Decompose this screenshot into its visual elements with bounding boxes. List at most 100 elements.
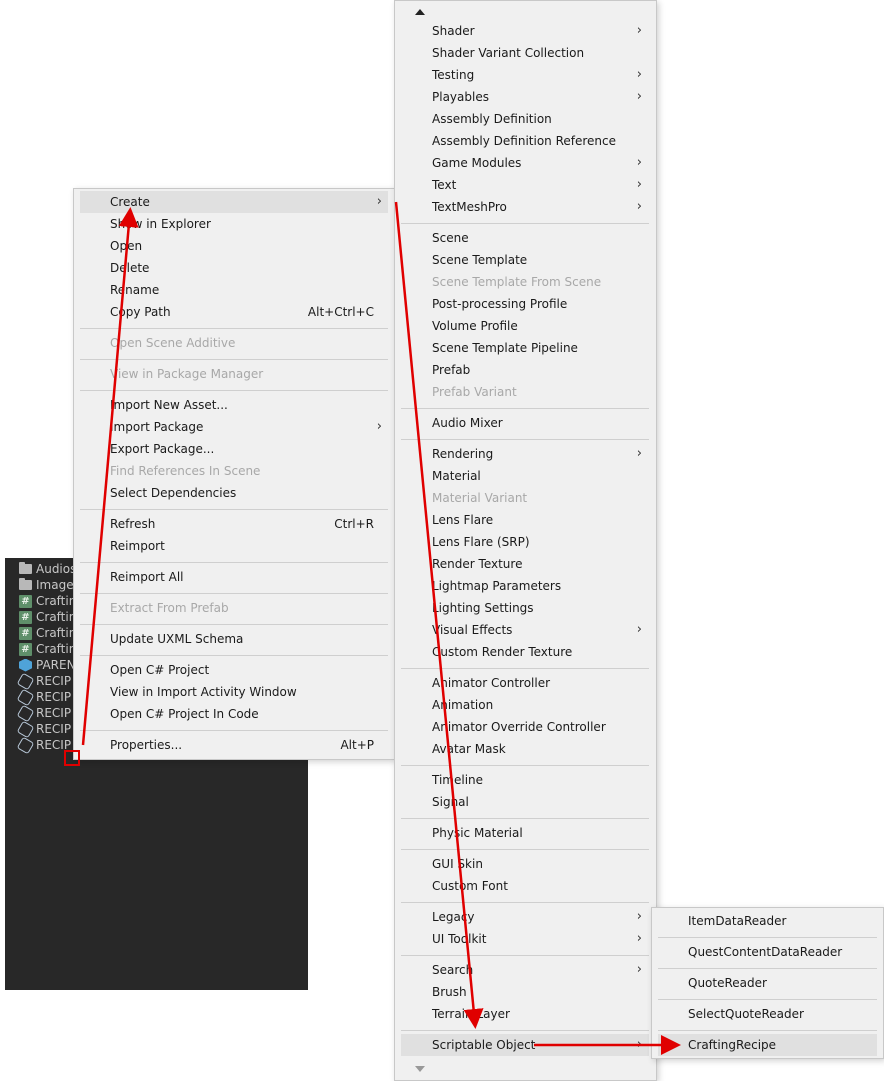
menu-item-text[interactable]: Text › (432, 174, 644, 196)
scroll-up-icon[interactable] (415, 9, 425, 15)
menu-item-testing[interactable]: Testing › (432, 64, 644, 86)
menu-item-timeline[interactable]: Timeline (432, 769, 644, 791)
menu-item-show-in-explorer[interactable]: Show in Explorer (110, 213, 388, 235)
project-list-item[interactable]: # Craftin (19, 609, 76, 625)
project-list-item[interactable]: PAREN (19, 657, 76, 673)
menu-item-open-scene-additive[interactable]: Open Scene Additive (110, 332, 388, 354)
project-list-item[interactable]: # Craftin (19, 625, 76, 641)
menu-item-lens-flare[interactable]: Lens Flare (432, 509, 644, 531)
menu-item-ui-toolkit[interactable]: UI Toolkit › (432, 928, 644, 950)
scroll-down-icon[interactable] (415, 1066, 425, 1072)
script-icon: # (19, 642, 32, 656)
project-list-item[interactable]: RECIP (16, 688, 72, 706)
folder-icon (19, 562, 32, 574)
menu-item-update-uxml-schema[interactable]: Update UXML Schema (110, 628, 388, 650)
menu-item-scene-template-from-scene[interactable]: Scene Template From Scene (432, 271, 644, 293)
menu-item-copy-path[interactable]: Copy Path Alt+Ctrl+C (110, 301, 374, 323)
menu-item-shader-variant-collection[interactable]: Shader Variant Collection (432, 42, 644, 64)
menu-separator (658, 937, 877, 938)
menu-item-find-references[interactable]: Find References In Scene (110, 460, 388, 482)
menu-item-export-package[interactable]: Export Package... (110, 438, 388, 460)
project-list-item[interactable]: # Craftin (19, 641, 76, 657)
menu-item-material-variant[interactable]: Material Variant (432, 487, 644, 509)
menu-item-scene-template-pipeline[interactable]: Scene Template Pipeline (432, 337, 644, 359)
menu-item-create[interactable]: Create › (110, 191, 388, 213)
project-list-item[interactable]: Images (19, 577, 80, 593)
menu-item-post-processing-profile[interactable]: Post-processing Profile (432, 293, 644, 315)
menu-item-view-import-activity[interactable]: View in Import Activity Window (110, 681, 388, 703)
project-list-item[interactable]: RECIP (16, 704, 71, 722)
menu-item-import-package[interactable]: Import Package › (110, 416, 388, 438)
menu-item-crafting-recipe[interactable]: CraftingRecipe (688, 1034, 873, 1056)
chevron-right-icon: › (636, 177, 642, 192)
menu-item-open-csharp-in-code[interactable]: Open C# Project In Code (110, 703, 388, 725)
menu-item-scene-template[interactable]: Scene Template (432, 249, 644, 271)
menu-item-lighting-settings[interactable]: Lighting Settings (432, 597, 644, 619)
menu-item-rename[interactable]: Rename (110, 279, 388, 301)
menu-item-animation[interactable]: Animation (432, 694, 644, 716)
menu-item-visual-effects[interactable]: Visual Effects › (432, 619, 644, 641)
menu-item-brush[interactable]: Brush (432, 981, 644, 1003)
menu-item-prefab[interactable]: Prefab (432, 359, 644, 381)
menu-separator (401, 818, 649, 819)
menu-item-search[interactable]: Search › (432, 959, 644, 981)
menu-item-select-quote-reader[interactable]: SelectQuoteReader (688, 1003, 873, 1025)
menu-item-lightmap-parameters[interactable]: Lightmap Parameters (432, 575, 644, 597)
menu-item-gui-skin[interactable]: GUI Skin (432, 853, 644, 875)
menu-item-audio-mixer[interactable]: Audio Mixer (432, 412, 644, 434)
menu-item-animator-controller[interactable]: Animator Controller (432, 672, 644, 694)
menu-item-quote-reader[interactable]: QuoteReader (688, 972, 873, 994)
menu-item-open[interactable]: Open (110, 235, 388, 257)
menu-item-custom-font[interactable]: Custom Font (432, 875, 644, 897)
menu-item-scriptable-object[interactable]: Scriptable Object › (432, 1034, 644, 1056)
menu-item-lens-flare-srp[interactable]: Lens Flare (SRP) (432, 531, 644, 553)
folder-icon (19, 578, 32, 590)
menu-item-extract-from-prefab[interactable]: Extract From Prefab (110, 597, 388, 619)
project-item-label: RECIP (36, 690, 72, 704)
menu-item-shader[interactable]: Shader › (432, 20, 644, 42)
menu-item-material[interactable]: Material (432, 465, 644, 487)
menu-item-item-data-reader[interactable]: ItemDataReader (688, 910, 873, 932)
project-list-item[interactable]: Audios (19, 561, 76, 577)
menu-item-properties[interactable]: Properties... Alt+P (110, 734, 374, 756)
menu-separator (80, 730, 388, 731)
menu-item-custom-render-texture[interactable]: Custom Render Texture (432, 641, 644, 663)
chevron-right-icon: › (636, 155, 642, 170)
menu-item-legacy[interactable]: Legacy › (432, 906, 644, 928)
menu-item-prefab-variant[interactable]: Prefab Variant (432, 381, 644, 403)
menu-item-delete[interactable]: Delete (110, 257, 388, 279)
project-list-item[interactable]: # Craftin (19, 593, 76, 609)
menu-item-select-dependencies[interactable]: Select Dependencies (110, 482, 388, 504)
menu-item-avatar-mask[interactable]: Avatar Mask (432, 738, 644, 760)
menu-item-assembly-definition[interactable]: Assembly Definition (432, 108, 644, 130)
menu-item-quest-content-data-reader[interactable]: QuestContentDataReader (688, 941, 873, 963)
menu-item-reimport[interactable]: Reimport (110, 535, 388, 557)
menu-item-physic-material[interactable]: Physic Material (432, 822, 644, 844)
chevron-right-icon: › (376, 419, 382, 434)
menu-item-animator-override-controller[interactable]: Animator Override Controller (432, 716, 644, 738)
menu-item-view-in-package-manager[interactable]: View in Package Manager (110, 363, 388, 385)
menu-item-assembly-definition-reference[interactable]: Assembly Definition Reference (432, 130, 644, 152)
menu-item-import-new-asset[interactable]: Import New Asset... (110, 394, 388, 416)
menu-item-game-modules[interactable]: Game Modules › (432, 152, 644, 174)
menu-item-refresh[interactable]: Refresh Ctrl+R (110, 513, 374, 535)
menu-item-signal[interactable]: Signal (432, 791, 644, 813)
menu-item-reimport-all[interactable]: Reimport All (110, 566, 388, 588)
menu-item-terrain-layer[interactable]: Terrain Layer (432, 1003, 644, 1025)
chevron-right-icon: › (636, 931, 642, 946)
project-list-item[interactable]: RECIP (16, 720, 71, 738)
create-submenu: Shader › Shader Variant Collection Testing ›… (394, 0, 657, 1081)
menu-item-textmeshpro[interactable]: TextMeshPro › (432, 196, 644, 218)
project-item-label: Audios (36, 562, 77, 576)
chevron-right-icon: › (376, 194, 382, 209)
menu-separator (401, 1030, 649, 1031)
menu-separator (658, 999, 877, 1000)
project-list-item[interactable]: RECIP (16, 672, 71, 690)
menu-item-playables[interactable]: Playables › (432, 86, 644, 108)
menu-item-render-texture[interactable]: Render Texture (432, 553, 644, 575)
menu-item-scene[interactable]: Scene (432, 227, 644, 249)
menu-item-rendering[interactable]: Rendering › (432, 443, 644, 465)
menu-separator (80, 624, 388, 625)
menu-item-volume-profile[interactable]: Volume Profile (432, 315, 644, 337)
menu-item-open-csharp-project[interactable]: Open C# Project (110, 659, 388, 681)
